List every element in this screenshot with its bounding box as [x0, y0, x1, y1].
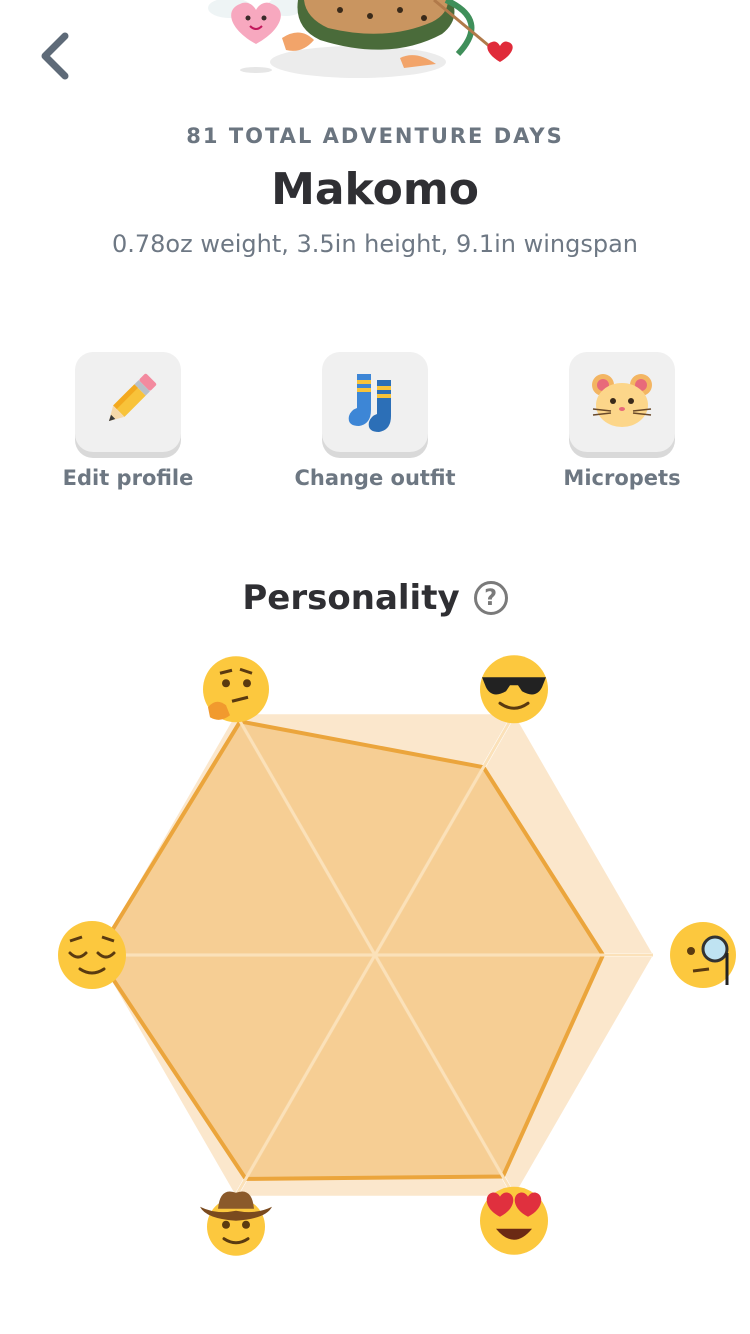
personality-title: Personality: [242, 578, 460, 618]
sunglasses-face-icon: [480, 655, 548, 724]
pencil-icon: [108, 373, 157, 422]
monocle-face-icon: [670, 922, 736, 988]
relieved-face-icon: [58, 921, 126, 989]
hamster-icon: [592, 374, 652, 427]
help-icon[interactable]: ?: [473, 581, 508, 615]
edit-profile-label: Edit profile: [62, 466, 194, 490]
micropets-button[interactable]: Micropets: [532, 352, 712, 490]
edit-profile-button[interactable]: Edit profile: [38, 352, 218, 490]
micropets-label: Micropets: [563, 466, 681, 490]
change-outfit-label: Change outfit: [294, 466, 456, 490]
adventure-days-label: 81 TOTAL ADVENTURE DAYS: [186, 124, 564, 148]
personality-radar-chart: [58, 655, 736, 1256]
change-outfit-button[interactable]: Change outfit: [285, 352, 465, 490]
change-outfit-tile: [322, 352, 428, 452]
edit-profile-tile: [75, 352, 181, 452]
micropets-tile: [569, 352, 675, 452]
personality-header: Personality ?: [0, 578, 750, 618]
chevron-left-icon: [41, 32, 69, 80]
cowboy-face-icon: [200, 1191, 272, 1256]
back-button[interactable]: [28, 28, 80, 84]
character-illustration: [208, 0, 513, 78]
heart-eyes-face-icon: [480, 1186, 548, 1255]
pet-stats: 0.78oz weight, 3.5in height, 9.1in wings…: [111, 230, 639, 258]
thinking-face-icon: [203, 656, 269, 723]
socks-icon: [348, 374, 391, 432]
pet-name: Makomo: [271, 164, 479, 215]
